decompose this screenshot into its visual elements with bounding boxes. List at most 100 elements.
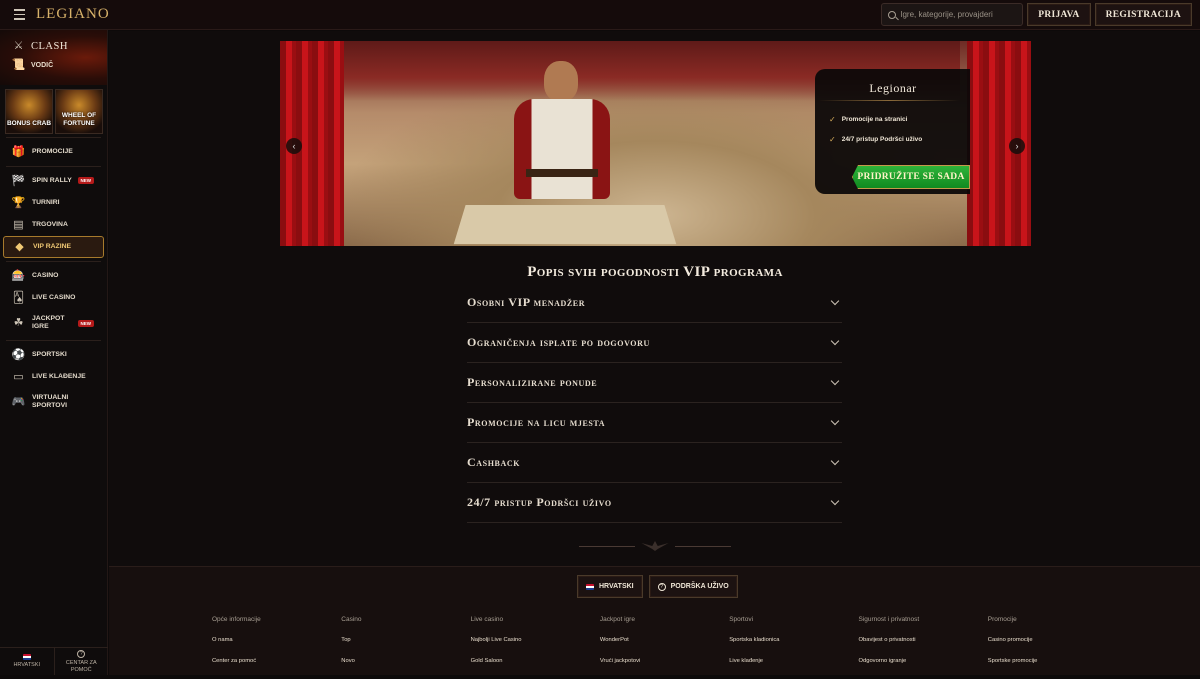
sidebar-item-label: SPIN RALLY xyxy=(32,176,72,184)
wheel-of-fortune-tile[interactable]: WHEEL OF FORTUNE xyxy=(55,89,103,134)
accordion-item[interactable]: Ograničenja isplate po dogovoru xyxy=(467,323,842,363)
diamond-icon: ◆ xyxy=(15,240,24,253)
join-now-label: PRIDRUŽITE SE SADA xyxy=(857,172,965,182)
hero-banner: Legionar ✓ Promocije na stranici ✓ 24/7 … xyxy=(280,41,1031,246)
sidebar-item-vip-razine[interactable]: ◆ VIP RAZINE xyxy=(3,236,104,258)
sidebar-item-jackpot-igre[interactable]: ☘ JACKPOT IGRE NEW xyxy=(0,309,107,337)
footer-language-label: HRVATSKI xyxy=(599,583,634,590)
footer-link[interactable]: Vrući jackpotovi xyxy=(600,658,729,679)
chevron-down-icon xyxy=(830,456,840,465)
feature-item: ✓ Promocije na stranici xyxy=(829,109,970,129)
footer-link[interactable]: Center za pomoć xyxy=(212,658,341,679)
divider xyxy=(6,340,101,341)
footer-column: Casino Top Novo xyxy=(341,616,470,679)
help-center-link[interactable]: ? CENTAR ZA POMOĆ xyxy=(53,648,109,675)
accordion-item[interactable]: 24/7 pristup Podršci uživo xyxy=(467,483,842,523)
footer-link[interactable]: O nama xyxy=(212,637,341,658)
clash-promo[interactable]: ⚔ CLASH 📜 VODIČ xyxy=(0,30,107,85)
slot-machine-icon: 🎰 xyxy=(11,269,26,282)
footer-link[interactable]: Live klađenje xyxy=(729,658,858,679)
sidebar-item-label: JACKPOT IGRE xyxy=(32,314,65,331)
divider xyxy=(6,137,101,138)
feature-text: 24/7 pristup Podršci uživo xyxy=(841,135,923,143)
login-button[interactable]: PRIJAVA xyxy=(1027,3,1091,26)
footer-link[interactable]: Casino promocije xyxy=(988,637,1117,658)
croatia-flag-icon xyxy=(586,583,594,590)
sidebar-item-trgovina[interactable]: ▤ TRGOVINA xyxy=(0,214,107,236)
crossed-swords-icon: ⚔ xyxy=(13,39,24,52)
sidebar-footer: HRVATSKI ? CENTAR ZA POMOĆ xyxy=(0,647,108,675)
footer-column: Opće informacije O nama Center za pomoć xyxy=(212,616,341,679)
sidebar-item-turniri[interactable]: 🏆 TURNIRI xyxy=(0,192,107,214)
footer-link[interactable]: Novo xyxy=(341,658,470,679)
sidebar-item-label: PROMOCIJE xyxy=(32,147,73,155)
register-button[interactable]: REGISTRACIJA xyxy=(1094,3,1192,26)
language-selector[interactable]: HRVATSKI xyxy=(0,648,54,675)
cards-icon: 🂡 xyxy=(12,291,25,304)
divider xyxy=(6,166,101,167)
live-support-button[interactable]: ? PODRŠKA UŽIVO xyxy=(648,575,738,598)
join-now-button[interactable]: PRIDRUŽITE SE SADA xyxy=(852,165,970,189)
vodic-link[interactable]: 📜 VODIČ xyxy=(12,57,107,73)
search-box[interactable] xyxy=(881,3,1024,26)
footer-link[interactable]: Sportska kladionica xyxy=(729,637,858,658)
carousel-prev-icon[interactable]: ‹ xyxy=(286,138,302,154)
bonus-crab-tile[interactable]: BONUS CRAB xyxy=(5,89,53,134)
top-bar: LEGIANO PRIJAVA REGISTRACIJA xyxy=(0,0,1200,30)
divider xyxy=(6,261,101,262)
footer-column: Sigurnost i privatnost Obavijest o priva… xyxy=(858,616,987,679)
vip-benefits-accordion: Osobni VIP menadžer Ograničenja isplate … xyxy=(467,283,842,523)
footer-column-heading: Sigurnost i privatnost xyxy=(858,616,920,623)
sidebar-item-label: TRGOVINA xyxy=(32,220,68,228)
sidebar-item-label: VIP RAZINE xyxy=(33,242,72,250)
language-label: HRVATSKI xyxy=(13,662,41,669)
accordion-label: Personalizirane ponude xyxy=(467,375,598,389)
footer-language-button[interactable]: HRVATSKI xyxy=(577,575,643,598)
footer-column: Jackpot igre WonderPot Vrući jackpotovi xyxy=(600,616,729,679)
footer-link[interactable]: Top xyxy=(341,637,470,658)
chevron-down-icon xyxy=(830,416,840,425)
sidebar-item-live-casino[interactable]: 🂡 LIVE CASINO xyxy=(0,287,107,309)
sidebar-item-promocije[interactable]: 🎁 PROMOCIJE xyxy=(0,141,107,163)
divider-line xyxy=(579,545,636,547)
check-icon: ✓ xyxy=(829,134,836,144)
accordion-item[interactable]: Promocije na licu mjesta xyxy=(467,403,842,443)
search-input[interactable] xyxy=(900,10,1019,19)
accordion-item[interactable]: Osobni VIP menadžer xyxy=(467,283,842,323)
accordion-label: Cashback xyxy=(467,455,521,469)
help-icon: ? xyxy=(657,582,666,591)
sidebar: ⚔ CLASH 📜 VODIČ BONUS CRAB WHEEL OF FORT… xyxy=(0,30,108,675)
footer-link[interactable]: Sportske promocije xyxy=(988,658,1117,679)
footer-link[interactable]: Gold Saloon xyxy=(471,658,600,679)
menu-icon[interactable] xyxy=(4,0,34,30)
live-support-label: PODRŠKA UŽIVO xyxy=(670,583,729,590)
footer-column: Live casino Najbolji Live Casino Gold Sa… xyxy=(471,616,600,679)
scroll-icon: 📜 xyxy=(11,58,26,71)
footer-link[interactable]: Najbolji Live Casino xyxy=(471,637,600,658)
accordion-label: Osobni VIP menadžer xyxy=(467,295,586,309)
accordion-item[interactable]: Cashback xyxy=(467,443,842,483)
help-icon: ? xyxy=(77,650,86,658)
footer-column-heading: Live casino xyxy=(470,616,504,623)
footer-column-heading: Jackpot igre xyxy=(599,616,635,623)
footer-link[interactable]: Obavijest o privatnosti xyxy=(858,637,987,658)
sidebar-item-virtualni-sportovi[interactable]: 🎮 VIRTUALNI SPORTOVI xyxy=(0,388,107,416)
vodic-label: VODIČ xyxy=(31,61,54,69)
gift-icon: 🎁 xyxy=(11,145,26,158)
sidebar-item-casino[interactable]: 🎰 CASINO xyxy=(0,265,107,287)
sidebar-item-sportski[interactable]: ⚽ SPORTSKI xyxy=(0,344,107,366)
croatia-flag-icon xyxy=(22,654,31,661)
new-badge: NEW xyxy=(77,177,94,184)
vip-benefits-title: Popis svih pogodnosti VIP programa xyxy=(527,264,783,280)
accordion-item[interactable]: Personalizirane ponude xyxy=(467,363,842,403)
tile-label: WHEEL OF FORTUNE xyxy=(61,112,97,127)
logo[interactable]: LEGIANO xyxy=(36,6,110,23)
footer-link[interactable]: WonderPot xyxy=(600,637,729,658)
sidebar-item-spin-rally[interactable]: 🏁 SPIN RALLY NEW xyxy=(0,170,107,192)
sidebar-item-live-kladenje[interactable]: ▭ LIVE KLAĐENJE xyxy=(0,366,107,388)
clash-link[interactable]: ⚔ CLASH xyxy=(12,38,107,54)
accordion-label: 24/7 pristup Podršci uživo xyxy=(467,495,612,509)
carousel-next-icon[interactable]: › xyxy=(1009,138,1025,154)
footer-link[interactable]: Odgovorno igranje xyxy=(858,658,987,679)
sidebar-item-label: VIRTUALNI SPORTOVI xyxy=(32,393,69,410)
